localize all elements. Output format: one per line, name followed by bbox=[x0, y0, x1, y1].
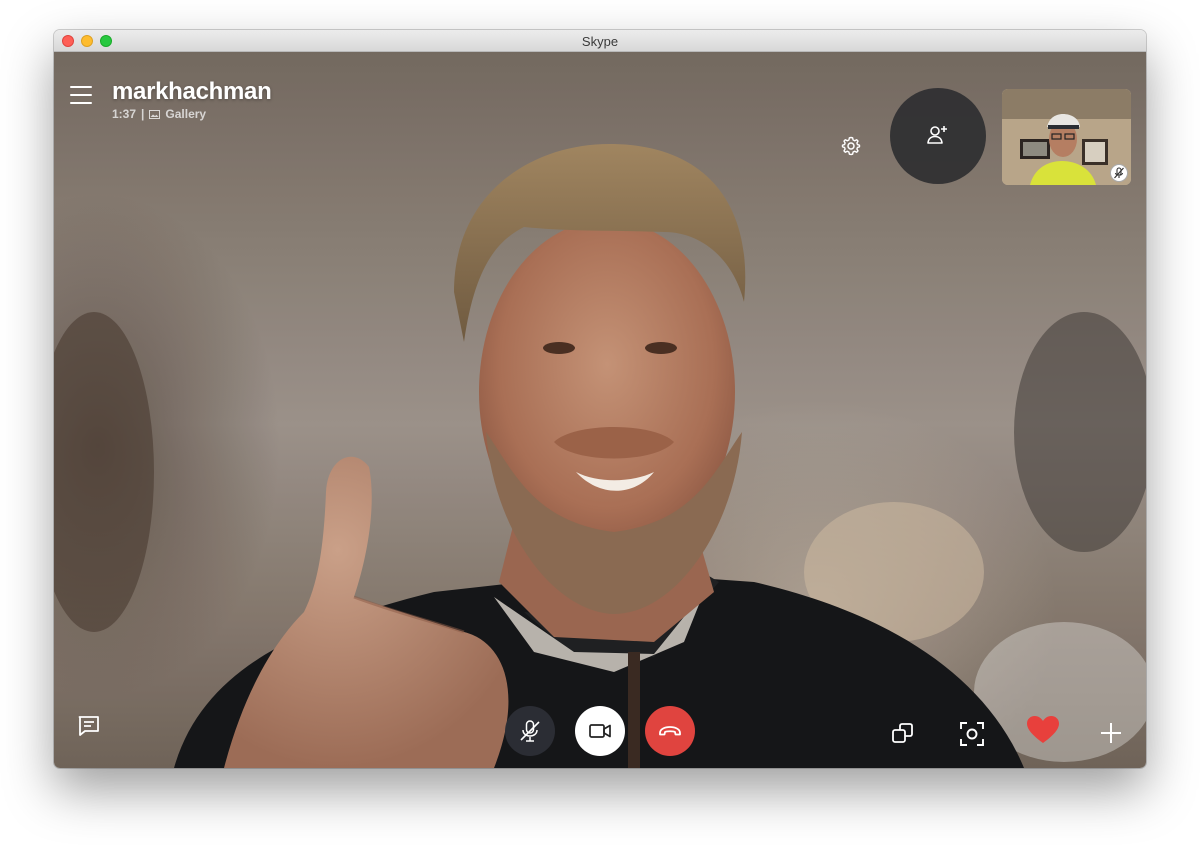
call-duration: 1:37 bbox=[112, 107, 137, 121]
gear-icon[interactable] bbox=[840, 135, 862, 157]
toggle-video-button[interactable] bbox=[575, 706, 625, 756]
view-mode-button[interactable]: Gallery bbox=[165, 107, 206, 121]
add-participant-button[interactable] bbox=[890, 88, 986, 184]
meta-separator: | bbox=[141, 107, 145, 121]
remote-video-feed bbox=[54, 52, 1146, 768]
end-call-button[interactable] bbox=[645, 706, 695, 756]
self-mute-indicator bbox=[1110, 164, 1128, 182]
snapshot-icon[interactable] bbox=[958, 720, 986, 748]
gallery-icon bbox=[149, 109, 161, 119]
plus-icon[interactable] bbox=[1099, 721, 1123, 745]
menu-icon[interactable] bbox=[70, 86, 92, 104]
switch-camera-icon[interactable] bbox=[890, 720, 916, 746]
caller-name: markhachman bbox=[112, 78, 272, 105]
heart-icon[interactable] bbox=[1026, 715, 1060, 745]
remote-video: markhachman 1:37 | Gallery bbox=[54, 52, 1146, 768]
add-person-icon bbox=[927, 126, 947, 144]
chat-icon[interactable] bbox=[77, 714, 101, 738]
video-camera-icon bbox=[589, 724, 611, 738]
skype-window: Skype markhachman 1:37 | Gallery bbox=[54, 30, 1146, 768]
mute-microphone-button[interactable] bbox=[505, 706, 555, 756]
call-meta: 1:37 | Gallery bbox=[112, 107, 206, 121]
title-bar: Skype bbox=[54, 30, 1146, 52]
window-title: Skype bbox=[581, 34, 619, 49]
self-video-preview[interactable] bbox=[1002, 89, 1131, 185]
mic-off-icon bbox=[520, 720, 540, 742]
mic-off-icon bbox=[1114, 167, 1124, 179]
hang-up-icon bbox=[659, 726, 681, 736]
